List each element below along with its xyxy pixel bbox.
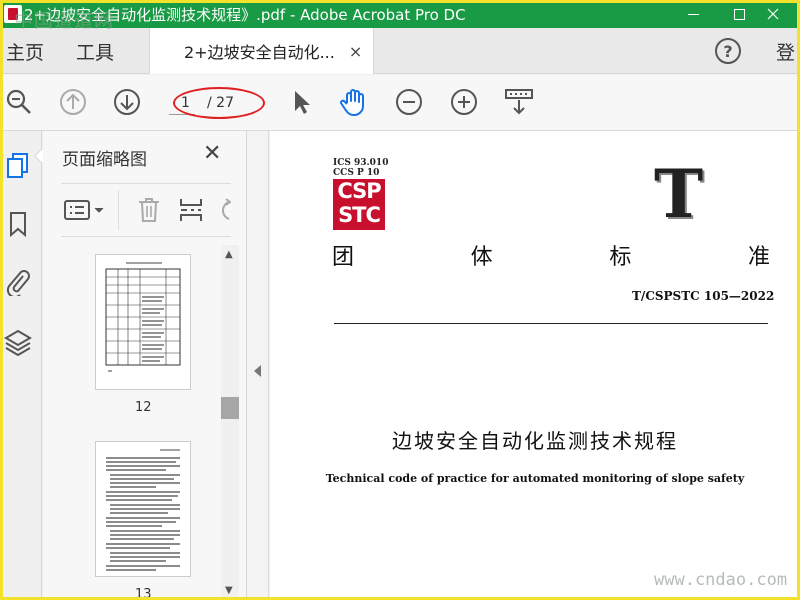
insert-page-icon[interactable] — [178, 196, 204, 224]
thumbnail-text-preview — [106, 449, 180, 571]
logo-line-1: CSP — [337, 179, 381, 203]
document-tab[interactable]: 2+边坡安全自动化... × — [149, 28, 374, 74]
classification-codes: ICS 93.010 CCS P 10 — [333, 158, 388, 178]
hand-tool-icon[interactable] — [339, 87, 369, 117]
cspstc-logo: CSP STC — [333, 179, 385, 230]
navigation-rail — [0, 131, 49, 600]
bookmark-icon[interactable] — [4, 209, 32, 239]
document-title-en: Technical code of practice for automated… — [325, 472, 745, 485]
thumbnails-panel: 页面缩略图 ✕ 12 13 ▲ ▼ — [43, 131, 247, 600]
close-icon — [767, 8, 779, 20]
attachment-icon[interactable] — [4, 267, 32, 297]
standard-type-char: 体 — [470, 245, 493, 270]
pdf-page: ICS 93.010 CCS P 10 CSP STC T 团 体 标 准 T/… — [270, 131, 800, 600]
scrollbar-thumb[interactable] — [221, 397, 239, 419]
next-page-icon[interactable] — [112, 87, 142, 117]
thumbnail-page-12[interactable] — [96, 255, 190, 389]
sign-in-link[interactable]: 登 — [776, 38, 795, 65]
page-thumbnails-icon[interactable] — [4, 151, 32, 181]
zoom-out-icon[interactable] — [394, 87, 424, 117]
standard-number: T/CSPSTC 105—2022 — [632, 289, 775, 303]
delete-page-icon[interactable] — [136, 196, 162, 224]
panel-toolbar-divider — [118, 190, 119, 230]
watermark-bottom-right: www.cndao.com — [654, 570, 788, 590]
standard-type-char: 团 — [332, 245, 355, 270]
document-title-cn: 边坡安全自动化监测技术规程 — [392, 429, 678, 453]
current-page-input[interactable] — [169, 91, 195, 115]
minimize-icon — [687, 13, 699, 15]
logo-line-2: STC — [338, 203, 381, 227]
panel-title: 页面缩略图 — [62, 150, 147, 170]
scroll-mode-icon[interactable] — [504, 87, 534, 117]
collapse-panel-handle[interactable] — [247, 131, 269, 600]
layers-icon[interactable] — [4, 327, 32, 357]
thumbnail-page-13[interactable] — [96, 442, 190, 576]
standard-type-char: 标 — [609, 245, 632, 270]
standard-letter: T — [654, 155, 704, 233]
close-panel-icon[interactable]: ✕ — [203, 141, 221, 166]
page-navigator: / 27 — [169, 89, 263, 117]
tab-tools[interactable]: 工具 — [76, 28, 114, 74]
thumbnail-label-12: 12 — [135, 400, 152, 415]
watermark-top-left: 中国道道网 — [14, 10, 115, 32]
ccs-code: CCS P 10 — [333, 168, 380, 178]
close-window-button[interactable] — [750, 0, 796, 28]
tab-home[interactable]: 主页 — [6, 28, 44, 74]
panel-toolbar — [61, 183, 231, 237]
main-toolbar: / 27 — [0, 75, 800, 131]
scroll-up-arrow-icon[interactable]: ▲ — [225, 249, 233, 260]
thumbnail-label-13: 13 — [135, 587, 152, 600]
thumbnail-table-preview — [105, 262, 181, 372]
page-total: / 27 — [207, 95, 234, 111]
maximize-icon — [733, 8, 745, 20]
thumbnails-scrollbar[interactable]: ▲ ▼ — [221, 245, 239, 600]
close-tab-icon[interactable]: × — [349, 42, 362, 61]
title-bar: 2+边坡安全自动化监测技术规程》.pdf - Adobe Acrobat Pro… — [0, 0, 800, 28]
tabs-row: 主页 工具 2+边坡安全自动化... × ? 登 — [0, 28, 800, 74]
ics-code: ICS 93.010 — [333, 158, 389, 168]
rotate-page-icon[interactable] — [217, 196, 231, 224]
zoom-search-icon[interactable] — [4, 87, 34, 117]
header-rule — [334, 323, 768, 324]
select-cursor-icon[interactable] — [286, 87, 316, 117]
options-menu-icon[interactable] — [63, 196, 105, 224]
document-view[interactable]: ICS 93.010 CCS P 10 CSP STC T 团 体 标 准 T/… — [270, 131, 800, 600]
document-tab-label: 2+边坡安全自动化... — [184, 43, 335, 62]
standard-type-heading: 团 体 标 准 — [332, 239, 770, 271]
zoom-in-icon[interactable] — [449, 87, 479, 117]
minimize-button[interactable] — [670, 0, 716, 28]
scroll-down-arrow-icon[interactable]: ▼ — [225, 585, 233, 596]
standard-type-char: 准 — [747, 245, 770, 270]
help-icon[interactable]: ? — [715, 38, 741, 64]
collapse-arrow-icon — [254, 365, 261, 377]
previous-page-icon[interactable] — [58, 87, 88, 117]
